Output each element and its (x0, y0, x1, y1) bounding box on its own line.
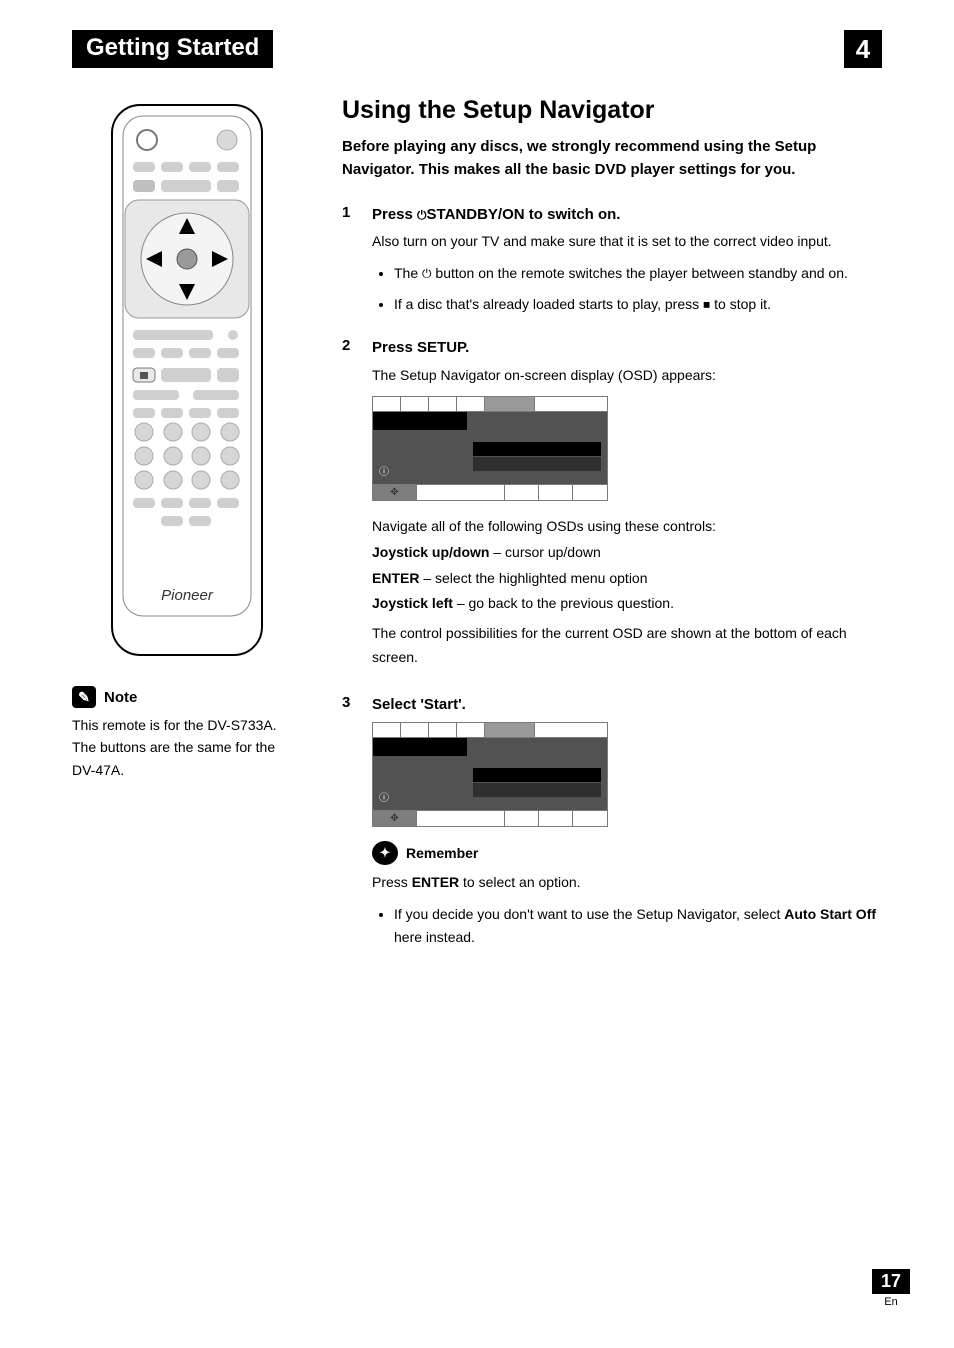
step-2: 2 Press SETUP. The Setup Navigator on-sc… (342, 337, 882, 680)
power-icon: ⏻ (422, 267, 432, 281)
bullet-item: If a disc that's already loaded starts t… (394, 293, 882, 315)
step-number: 1 (342, 204, 358, 324)
step-heading: Press ⏻STANDBY/ON to switch on. (372, 204, 882, 227)
control-tail: The control possibilities for the curren… (372, 622, 882, 670)
power-icon: ⏻ (417, 208, 427, 222)
remote-brand-text: Pioneer (161, 587, 214, 604)
step-1: 1 Press ⏻STANDBY/ON to switch on. Also t… (342, 204, 882, 324)
remember-label: Remember (406, 845, 478, 861)
pencil-icon: ✎ (72, 686, 96, 708)
note-label: Note (104, 689, 137, 706)
move-icon: ✥ (390, 487, 398, 498)
control-enter: ENTER – select the highlighted menu opti… (372, 567, 882, 591)
section-intro: Before playing any discs, we strongly re… (342, 135, 882, 182)
note-block: ✎ Note This remote is for the DV-S733A. … (72, 686, 302, 781)
remote-illustration: Pioneer (107, 100, 267, 660)
note-text: This remote is for the DV-S733A. The but… (72, 714, 302, 781)
remember-text: Press ENTER to select an option. (372, 871, 882, 895)
step-subtext: The Setup Navigator on-screen display (O… (372, 364, 882, 386)
page-number: 17 (872, 1269, 910, 1294)
step-heading: Press SETUP. (372, 337, 882, 360)
language-label: En (872, 1296, 910, 1308)
control-description: Navigate all of the following OSDs using… (372, 515, 882, 539)
move-icon: ✥ (390, 813, 398, 824)
step-number: 3 (342, 694, 358, 956)
chapter-title: Getting Started (72, 30, 273, 68)
bullet-item: The ⏻ button on the remote switches the … (394, 262, 882, 284)
step-subtext: Also turn on your TV and make sure that … (372, 230, 882, 252)
info-icon: ⓘ (379, 789, 389, 804)
lightbulb-icon: ✦ (372, 841, 398, 865)
chapter-header: Getting Started 4 (72, 30, 882, 68)
control-joystick-updown: Joystick up/down – cursor up/down (372, 541, 882, 565)
info-icon: ⓘ (379, 463, 389, 478)
page-footer: 17 En (872, 1269, 910, 1308)
osd-screenshot: ⓘ ✥ (372, 722, 608, 827)
right-column: Using the Setup Navigator Before playing… (342, 96, 882, 970)
bullet-item: If you decide you don't want to use the … (394, 903, 882, 948)
step-number: 2 (342, 337, 358, 680)
control-joystick-left: Joystick left – go back to the previous … (372, 592, 882, 616)
remember-heading: ✦ Remember (372, 841, 882, 865)
chapter-number: 4 (844, 30, 882, 68)
step-heading: Select 'Start'. (372, 694, 882, 717)
section-title: Using the Setup Navigator (342, 96, 882, 125)
osd-screenshot: ⓘ ✥ (372, 396, 608, 501)
left-column: Pioneer ✎ Note This remote is for the DV… (72, 96, 302, 970)
step-3: 3 Select 'Start'. ⓘ (342, 694, 882, 956)
